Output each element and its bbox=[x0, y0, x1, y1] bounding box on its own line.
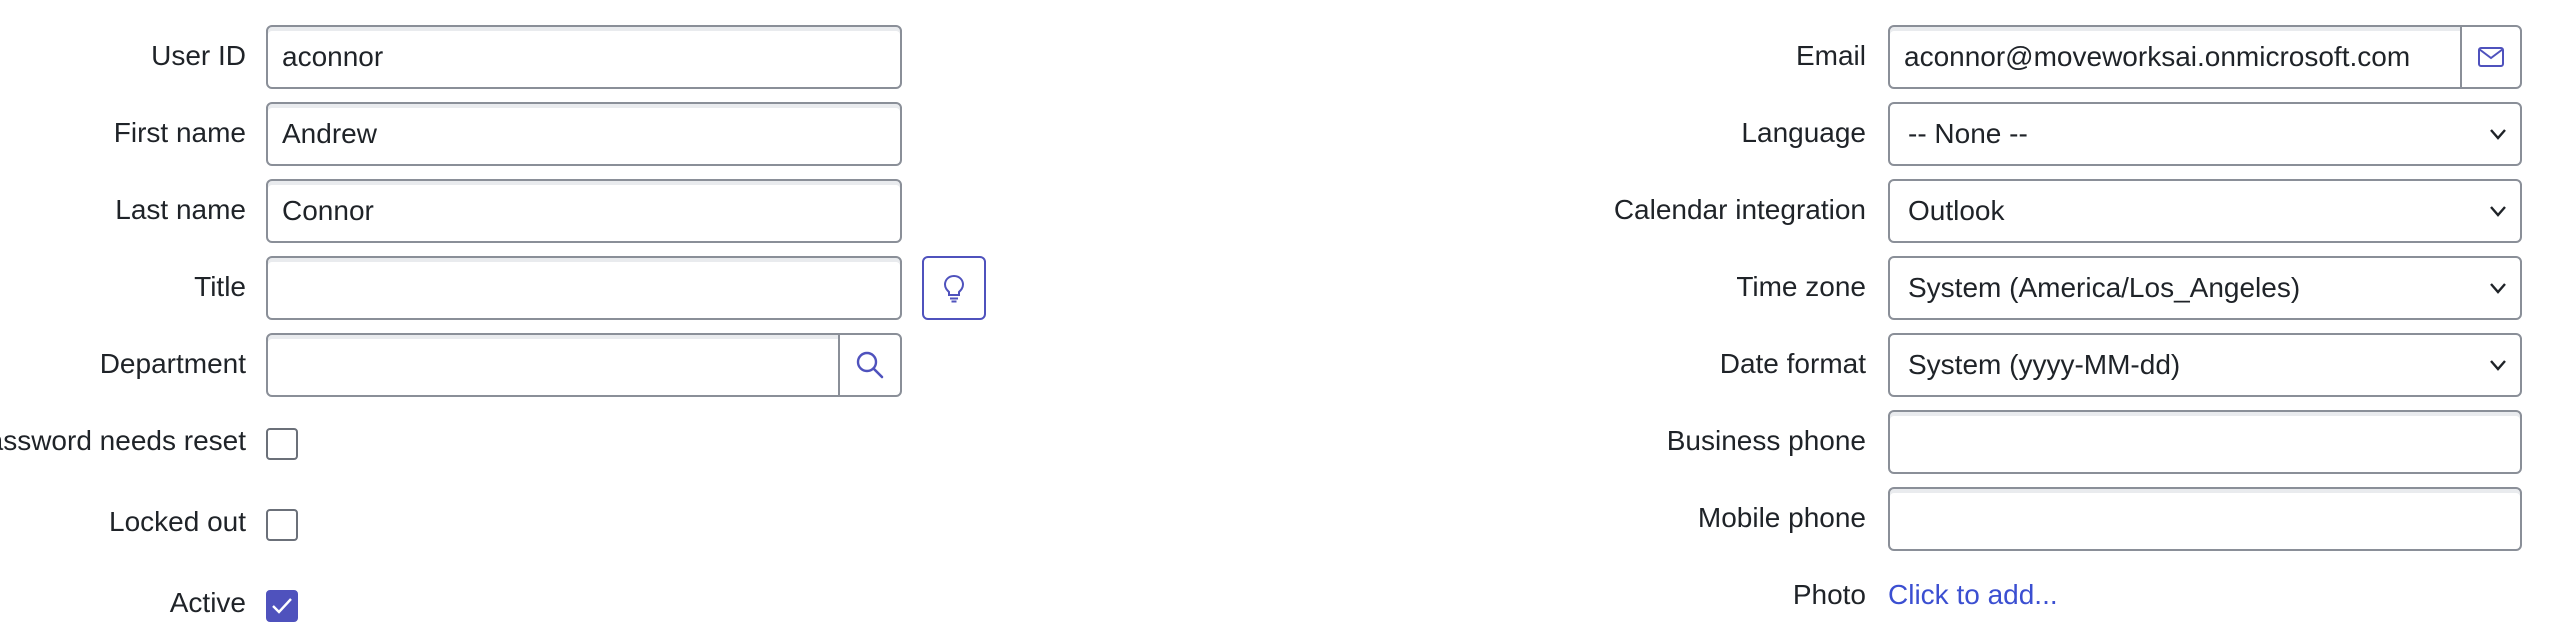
date-format-selected-value: System (yyyy-MM-dd) bbox=[1908, 349, 2181, 380]
locked-out-label: Locked out bbox=[109, 506, 246, 537]
password-needs-reset-checkbox[interactable] bbox=[266, 428, 298, 460]
department-lookup-button[interactable] bbox=[838, 333, 902, 397]
user-id-input[interactable]: aconnor bbox=[266, 25, 902, 89]
photo-label: Photo bbox=[1792, 579, 1866, 610]
email-input[interactable]: aconnor@moveworksai.onmicrosoft.com bbox=[1888, 25, 2462, 89]
chevron-down-icon bbox=[2490, 206, 2506, 217]
department-input[interactable] bbox=[266, 333, 840, 397]
checkmark-icon bbox=[272, 598, 292, 614]
active-checkbox[interactable] bbox=[266, 590, 298, 622]
chevron-down-icon bbox=[2490, 283, 2506, 294]
date-format-label: Date format bbox=[1719, 348, 1866, 379]
mobile-phone-label: Mobile phone bbox=[1697, 502, 1866, 533]
password-needs-reset-label: Password needs reset bbox=[0, 425, 246, 456]
locked-out-checkbox[interactable] bbox=[266, 509, 298, 541]
email-label: Email bbox=[1795, 40, 1866, 71]
send-email-button[interactable] bbox=[2460, 25, 2522, 89]
department-label: Department bbox=[99, 348, 246, 379]
calendar-integration-selected-value: Outlook bbox=[1908, 195, 2005, 226]
first-name-input[interactable]: Andrew bbox=[266, 102, 902, 166]
lightbulb-icon bbox=[943, 274, 965, 303]
photo-add-link[interactable]: Click to add... bbox=[1888, 579, 2058, 611]
search-icon bbox=[856, 351, 884, 379]
last-name-input[interactable]: Connor bbox=[266, 179, 902, 243]
time-zone-selected-value: System (America/Los_Angeles) bbox=[1908, 272, 2301, 303]
calendar-integration-label: Calendar integration bbox=[1613, 194, 1866, 225]
date-format-select[interactable]: System (yyyy-MM-dd) bbox=[1888, 333, 2522, 397]
first-name-label: First name bbox=[113, 117, 246, 148]
active-label: Active bbox=[169, 587, 246, 618]
time-zone-label: Time zone bbox=[1736, 271, 1866, 302]
mobile-phone-input[interactable] bbox=[1888, 487, 2522, 551]
mail-icon bbox=[2478, 47, 2504, 67]
title-input[interactable] bbox=[266, 256, 902, 320]
title-label: Title bbox=[194, 271, 246, 302]
last-name-label: Last name bbox=[115, 194, 246, 225]
business-phone-input[interactable] bbox=[1888, 410, 2522, 474]
language-selected-value: -- None -- bbox=[1908, 118, 2028, 149]
title-suggestion-button[interactable] bbox=[922, 256, 986, 320]
business-phone-label: Business phone bbox=[1666, 425, 1866, 456]
chevron-down-icon bbox=[2490, 360, 2506, 371]
time-zone-select[interactable]: System (America/Los_Angeles) bbox=[1888, 256, 2522, 320]
language-select[interactable]: -- None -- bbox=[1888, 102, 2522, 166]
user-id-label: User ID bbox=[151, 40, 246, 71]
calendar-integration-select[interactable]: Outlook bbox=[1888, 179, 2522, 243]
language-label: Language bbox=[1741, 117, 1866, 148]
chevron-down-icon bbox=[2490, 129, 2506, 140]
